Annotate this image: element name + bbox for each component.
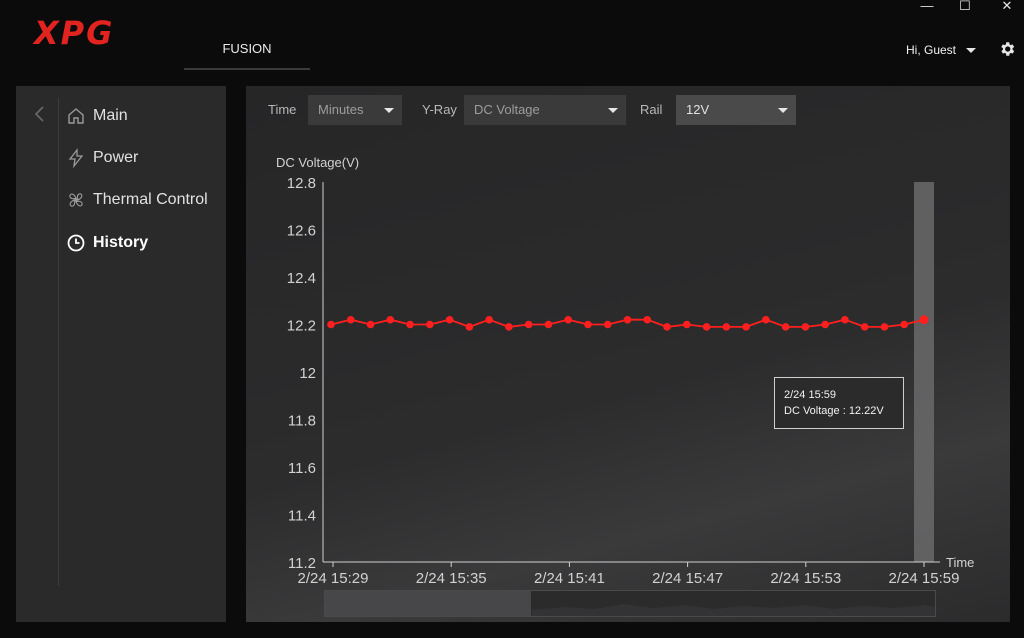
history-clock-icon [67, 234, 85, 252]
close-button[interactable]: ✕ [994, 0, 1020, 14]
sidebar-item-main[interactable]: Main [66, 106, 128, 126]
chevron-down-icon [778, 108, 788, 113]
chevron-down-icon [966, 47, 976, 53]
time-dropdown-value: Minutes [318, 102, 364, 117]
gear-icon[interactable] [998, 40, 1016, 58]
user-menu[interactable]: Hi, Guest [906, 43, 976, 57]
fan-icon [69, 193, 83, 207]
xpg-logo: XPG [34, 14, 115, 52]
sidebar-item-power[interactable]: Power [66, 148, 138, 168]
scroller-handle[interactable] [325, 591, 531, 616]
rail-dropdown[interactable]: 12V [676, 95, 796, 125]
chevron-down-icon [608, 108, 618, 113]
sidebar-item-label: History [93, 234, 149, 251]
yray-dropdown-value: DC Voltage [474, 102, 540, 117]
maximize-button[interactable]: ☐ [952, 0, 978, 14]
history-panel: Time Minutes Y-Ray DC Voltage Rail 12V [246, 86, 1010, 622]
lightning-icon [68, 148, 84, 168]
tooltip-value: DC Voltage : 12.22V [784, 405, 884, 417]
chevron-down-icon [384, 108, 394, 113]
time-dropdown[interactable]: Minutes [308, 95, 402, 125]
time-label: Time [268, 102, 297, 117]
tab-fusion[interactable]: FUSION [184, 36, 310, 70]
sidebar: Main Power Thermal Control History [16, 86, 226, 622]
sidebar-item-thermal-control[interactable]: Thermal Control [66, 190, 208, 210]
time-range-scroller[interactable] [324, 590, 936, 618]
chevron-left-icon[interactable] [30, 104, 50, 124]
yray-dropdown[interactable]: DC Voltage [464, 95, 626, 125]
rail-label: Rail [640, 102, 663, 117]
sidebar-divider [58, 98, 59, 586]
sidebar-item-history[interactable]: History [66, 233, 148, 253]
tooltip-time: 2/24 15:59 [784, 389, 836, 401]
greeting-text: Hi, Guest [905, 43, 956, 57]
minimize-button[interactable]: — [914, 0, 940, 14]
sidebar-item-label: Main [93, 107, 128, 124]
sidebar-item-label: Power [93, 149, 139, 166]
data-tooltip: 2/24 15:59 DC Voltage : 12.22V [774, 377, 904, 429]
yray-label: Y-Ray [422, 102, 457, 117]
home-icon [68, 108, 84, 124]
sidebar-item-label: Thermal Control [93, 191, 208, 208]
rail-dropdown-value: 12V [686, 102, 710, 117]
